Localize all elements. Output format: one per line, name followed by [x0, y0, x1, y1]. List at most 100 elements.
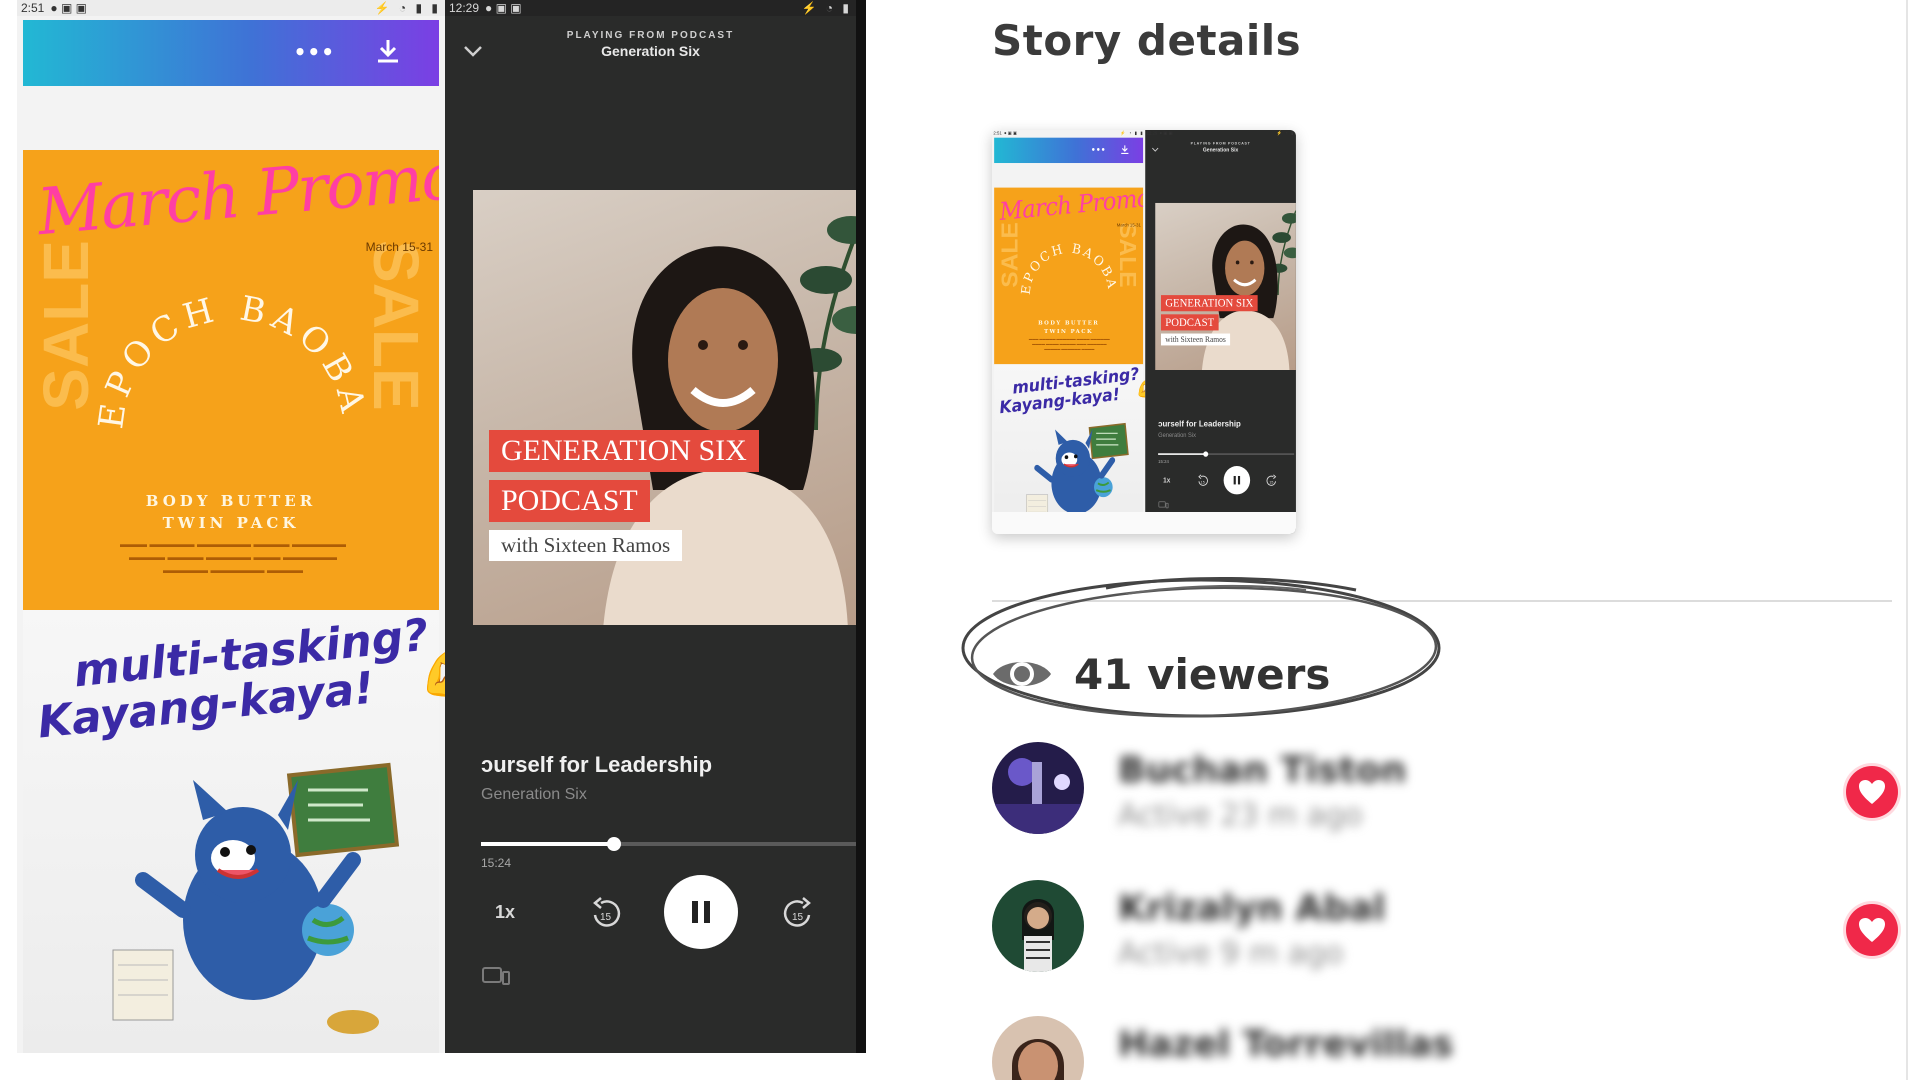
devices-icon — [1158, 501, 1169, 509]
svg-text:15: 15 — [1201, 480, 1205, 484]
progress-fill — [1158, 453, 1206, 455]
status-bar-right: 12:29 ● ▣ ▣ ⚡ ◔ ▮ — [445, 0, 856, 16]
story-thumbnail[interactable]: 2:51 ● ▣ ▣ ⚡ ◔ ▮ ▮ ••• SALE SALE March P… — [992, 130, 1296, 534]
promo-poster: SALE SALE March Promo March 15-31 EPOCH … — [994, 187, 1144, 365]
episode-title: ɔurself for Leadership — [1158, 418, 1241, 429]
viewer-name: Krizalyn Abal — [1118, 888, 1386, 929]
cover-title-line-1: GENERATION SIX — [489, 430, 759, 472]
podcast-cover-art: GENERATION SIX PODCAST with Sixteen Ramo… — [1155, 202, 1296, 370]
elapsed-time: 15:24 — [481, 856, 512, 870]
playback-speed-button: 1x — [1163, 476, 1171, 484]
product-line-1: BODY BUTTER — [1038, 318, 1100, 326]
episode-show: Generation Six — [1158, 431, 1197, 439]
episode-show: Generation Six — [481, 786, 587, 803]
app-header: ••• — [23, 20, 439, 86]
forward-15-icon[interactable]: 15 — [775, 882, 819, 942]
viewer-row[interactable]: Buchan Tiston Active 23 m ago — [992, 742, 1898, 842]
right-phone-screenshot: 12:29 ● ▣ ▣ ⚡ ◔ ▮ PLAYING FROM PODCAST G… — [1145, 130, 1296, 534]
playback-progress-bar[interactable] — [481, 837, 856, 851]
podcast-name: Generation Six — [1202, 146, 1239, 153]
playback-speed-button[interactable]: 1x — [485, 882, 525, 942]
eye-icon — [993, 662, 1051, 686]
viewer-active-status: Active 9 m ago — [1118, 936, 1344, 971]
svg-text:15: 15 — [1269, 480, 1273, 484]
promo-fine-print: ▬▬▬ ▬▬▬▬▬ ▬▬▬▬▬▬ ▬▬▬▬ ▬▬▬▬▬▬ ▬▬▬▬ ▬▬▬▬ ▬▬… — [119, 539, 346, 575]
status-signal-icons-right: ⚡ ◔ ▮ — [801, 1, 852, 15]
status-notification-icons-right: ● ▣ ▣ — [1159, 130, 1173, 136]
multitasking-sticker: multi-tasking? Kayang-kaya! — [23, 610, 439, 1053]
multitasking-sticker: multi-tasking? Kayang-kaya! — [994, 364, 1144, 534]
devices-icon[interactable] — [481, 966, 511, 988]
right-phone-screenshot: 12:29 ● ▣ ▣ ⚡ ◔ ▮ PLAYING FROM PODCAST G… — [445, 0, 866, 1053]
heart-icon — [1846, 766, 1898, 818]
mascot-illustration — [112, 762, 400, 1034]
status-notification-icons: ● ▣ ▣ — [50, 1, 87, 15]
forward-15-icon: 15 — [1263, 469, 1279, 492]
rewind-15-icon[interactable]: 15 — [585, 882, 629, 942]
cover-title-line-2: PODCAST — [489, 480, 650, 522]
now-playing-header: PLAYING FROM PODCAST Generation Six — [1145, 142, 1296, 153]
scrollbar[interactable] — [1906, 0, 1908, 1080]
status-signal-icons: ⚡ ◔ ▮ ▮ — [1120, 130, 1144, 136]
thumbnail-nav-bar — [992, 512, 1296, 534]
more-dots-icon[interactable]: ••• — [294, 40, 335, 64]
status-signal-icons: ⚡ ◔ ▮ ▮ — [374, 1, 441, 15]
status-notification-icons-right: ● ▣ ▣ — [485, 1, 522, 15]
elapsed-time: 15:24 — [1158, 458, 1169, 465]
rewind-15-icon: 15 — [1195, 469, 1211, 492]
pause-icon — [692, 901, 710, 923]
status-time-right: 12:29 — [449, 1, 480, 15]
pause-button — [1223, 466, 1251, 495]
status-time: 2:51 — [993, 130, 1002, 136]
playing-from-label: PLAYING FROM PODCAST — [1190, 141, 1251, 146]
brand-arc-text: EPOCH BAOBAB — [1016, 218, 1121, 295]
viewer-active-status: Active 23 m ago — [1118, 798, 1363, 833]
story-details-panel: Story details 2:51 ● ▣ ▣ ⚡ ◔ ▮ ▮ ••• SAL… — [866, 0, 1920, 1080]
cover-title-line-2: PODCAST — [1160, 314, 1219, 331]
avatar[interactable] — [992, 742, 1084, 834]
podcast-name: Generation Six — [601, 43, 700, 59]
story-thumbnail-image: 2:51 ● ▣ ▣ ⚡ ◔ ▮ ▮ ••• SALE SALE March P… — [992, 130, 1296, 534]
pause-icon — [1233, 475, 1241, 485]
viewer-name: Hazel Torrevillas — [1118, 1024, 1454, 1065]
flexed-biceps-emoji: 💪 — [417, 645, 445, 705]
avatar[interactable] — [992, 1016, 1084, 1080]
progress-knob[interactable] — [607, 837, 621, 851]
svg-text:15: 15 — [792, 912, 804, 923]
status-time: 2:51 — [21, 1, 45, 15]
status-bar: 2:51 ● ▣ ▣ ⚡ ◔ ▮ ▮ — [992, 130, 1145, 136]
arc-text: EPOCH BAOBAB — [1016, 218, 1118, 295]
heart-icon — [1846, 904, 1898, 956]
download-icon[interactable] — [373, 36, 403, 66]
playing-from-label: PLAYING FROM PODCAST — [566, 30, 735, 41]
viewer-name: Buchan Tiston — [1118, 750, 1407, 791]
status-time-right: 12:29 — [1146, 130, 1158, 136]
promo-poster: SALE SALE March Promo March 15-31 EPOCH … — [23, 150, 439, 610]
progress-fill — [481, 842, 614, 846]
download-icon — [1121, 145, 1129, 155]
product-line-2: TWIN PACK — [162, 514, 300, 532]
svg-text:15: 15 — [600, 912, 612, 923]
viewer-row[interactable]: Hazel Torrevillas — [992, 1016, 1892, 1080]
podcast-cover-art: GENERATION SIX PODCAST with Sixteen Ramo… — [473, 190, 856, 625]
viewers-count[interactable]: 41 viewers — [1074, 650, 1330, 699]
app-header: ••• — [994, 137, 1144, 164]
promo-fine-print: ▬▬▬ ▬▬▬▬▬ ▬▬▬▬▬▬ ▬▬▬▬ ▬▬▬▬▬▬ ▬▬▬▬ ▬▬▬▬ ▬▬… — [1028, 336, 1110, 351]
brand-arc-text: EPOCH BAOBAB — [83, 230, 368, 431]
viewer-row[interactable]: Krizalyn Abal Active 9 m ago — [992, 880, 1898, 980]
progress-knob — [1203, 451, 1209, 457]
status-bar: 2:51 ● ▣ ▣ ⚡ ◔ ▮ ▮ — [17, 0, 445, 16]
svg-text:EPOCH BAOBAB: EPOCH BAOBAB — [1016, 218, 1121, 295]
host-portrait — [603, 246, 848, 625]
cover-title-line-1: GENERATION SIX — [1160, 295, 1258, 312]
left-phone-screenshot: 2:51 ● ▣ ▣ ⚡ ◔ ▮ ▮ ••• SALE SALE March P… — [17, 0, 445, 1053]
story-preview: 2:51 ● ▣ ▣ ⚡ ◔ ▮ ▮ ••• SALE SALE March P… — [17, 0, 866, 1053]
pause-button[interactable] — [664, 875, 738, 949]
playback-progress-bar — [1158, 451, 1295, 457]
cover-host-line: with Sixteen Ramos — [1160, 333, 1231, 346]
status-notification-icons: ● ▣ ▣ — [1003, 130, 1018, 136]
flexed-biceps-emoji: 💪 — [1135, 378, 1145, 401]
product-line-2: TWIN PACK — [1044, 327, 1094, 335]
avatar[interactable] — [992, 880, 1084, 972]
episode-title: ɔurself for Leadership — [481, 752, 713, 777]
